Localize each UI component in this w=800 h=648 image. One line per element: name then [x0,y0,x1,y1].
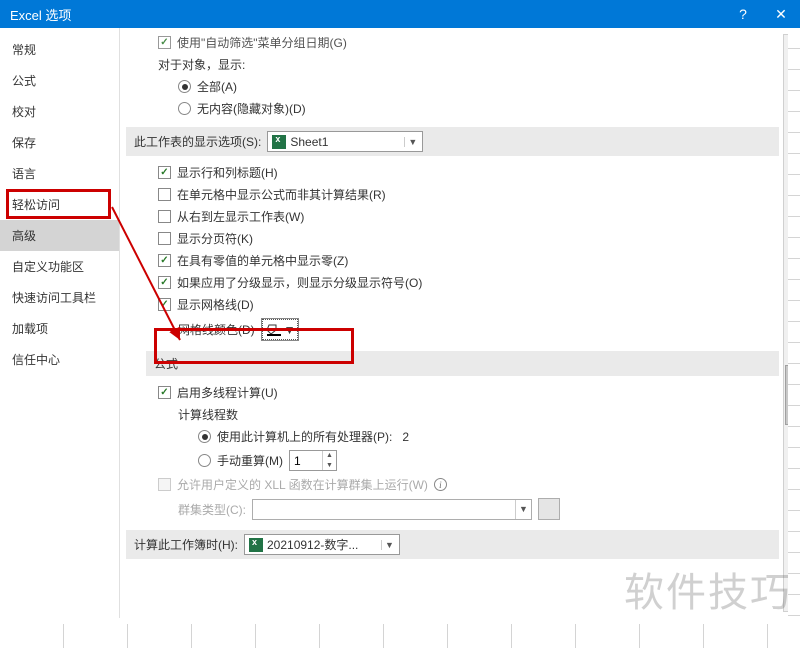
sidebar-item-advanced[interactable]: 高级 [0,220,119,251]
section-formula-label: 公式 [154,355,178,372]
label-gridline-color: 网格线颜色(D) [178,321,255,338]
close-button[interactable]: ✕ [762,0,800,28]
label-all-processors: 使用此计算机上的所有处理器(P): [217,428,392,445]
sidebar-item-quick-access[interactable]: 快速访问工具栏 [0,282,119,313]
label-show-zeros: 在具有零值的单元格中显示零(Z) [177,252,348,269]
label-outline-symbols: 如果应用了分级显示，则显示分级显示符号(O) [177,274,422,291]
sidebar-item-customize-ribbon[interactable]: 自定义功能区 [0,251,119,282]
info-icon[interactable]: i [434,478,447,491]
radio-all-processors[interactable] [198,430,211,443]
radio-manual-threads[interactable] [198,454,211,467]
thread-count-input[interactable] [290,451,322,470]
checkbox-rtl-sheet[interactable] [158,210,171,223]
section-formula: 公式 [146,351,779,376]
excel-workbook-icon [249,538,263,552]
sidebar-item-general[interactable]: 常规 [0,34,119,65]
label-page-breaks: 显示分页符(K) [177,230,253,247]
sidebar-item-trust-center[interactable]: 信任中心 [0,344,119,375]
label-show-headers: 显示行和列标题(H) [177,164,278,181]
paint-bucket-icon [266,323,284,337]
chevron-down-icon: ▼ [404,137,420,147]
label-show-gridlines: 显示网格线(D) [177,296,254,313]
checkbox-show-headers[interactable] [158,166,171,179]
label-autofilter-group-dates: 使用"自动筛选"菜单分组日期(G) [177,34,347,51]
label-show-formulas: 在单元格中显示公式而非其计算结果(R) [177,186,386,203]
label-xll-cluster: 允许用户定义的 XLL 函数在计算群集上运行(W) [177,476,428,493]
spin-up-icon[interactable]: ▲ [323,451,336,461]
excel-sheet-icon [272,135,286,149]
chevron-down-icon: ▼ [381,540,397,550]
sheet-selector-text: Sheet1 [290,135,400,149]
checkbox-autofilter-group-dates[interactable] [158,36,171,49]
checkbox-multithread[interactable] [158,386,171,399]
title-bar: Excel 选项 ? ✕ [0,0,800,28]
cluster-type-combo[interactable]: ▼ [252,499,532,520]
sheet-selector-dropdown[interactable]: Sheet1 ▼ [267,131,423,152]
checkbox-show-formulas[interactable] [158,188,171,201]
sidebar-item-language[interactable]: 语言 [0,158,119,189]
section-calc-workbook: 计算此工作簿时(H): 20210912-数字... ▼ [126,530,779,559]
heading-objects-show: 对于对象，显示: [158,56,245,73]
sidebar-item-addins[interactable]: 加载项 [0,313,119,344]
checkbox-show-gridlines[interactable] [158,298,171,311]
thread-count-spinner[interactable]: ▲▼ [289,450,337,471]
label-multithread: 启用多线程计算(U) [177,384,278,401]
checkbox-xll-cluster [158,478,171,491]
category-sidebar: 常规 公式 校对 保存 语言 轻松访问 高级 自定义功能区 快速访问工具栏 加载… [0,28,120,618]
content-pane: 使用"自动筛选"菜单分组日期(G) 对于对象，显示: 全部(A) 无内容(隐藏对… [120,28,799,618]
checkbox-page-breaks[interactable] [158,232,171,245]
sidebar-item-accessibility[interactable]: 轻松访问 [0,189,119,220]
chevron-down-icon: ▼ [284,323,296,337]
background-grid-right [788,28,800,624]
label-manual-threads: 手动重算(M) [217,452,283,469]
cluster-settings-button[interactable] [538,498,560,520]
chevron-down-icon: ▼ [515,500,531,519]
checkbox-show-zeros[interactable] [158,254,171,267]
sidebar-item-save[interactable]: 保存 [0,127,119,158]
label-cluster-type: 群集类型(C): [178,501,246,518]
radio-objects-none[interactable] [178,102,191,115]
gridline-color-picker[interactable]: ▼ [261,318,299,341]
checkbox-outline-symbols[interactable] [158,276,171,289]
workbook-selector-dropdown[interactable]: 20210912-数字... ▼ [244,534,400,555]
label-thread-count-heading: 计算线程数 [178,406,238,423]
section-calc-workbook-label: 计算此工作簿时(H): [134,536,238,553]
radio-objects-all[interactable] [178,80,191,93]
spin-down-icon[interactable]: ▼ [323,461,336,471]
label-objects-none: 无内容(隐藏对象)(D) [197,100,306,117]
workbook-selector-text: 20210912-数字... [267,536,377,553]
label-rtl-sheet: 从右到左显示工作表(W) [177,208,304,225]
section-sheet-display-label: 此工作表的显示选项(S): [134,133,261,150]
section-sheet-display: 此工作表的显示选项(S): Sheet1 ▼ [126,127,779,156]
window-title: Excel 选项 [10,5,724,24]
background-grid-bottom [0,624,800,648]
help-button[interactable]: ? [724,0,762,28]
label-objects-all: 全部(A) [197,78,237,95]
sidebar-item-proofing[interactable]: 校对 [0,96,119,127]
sidebar-item-formulas[interactable]: 公式 [0,65,119,96]
value-processor-count: 2 [402,430,409,444]
